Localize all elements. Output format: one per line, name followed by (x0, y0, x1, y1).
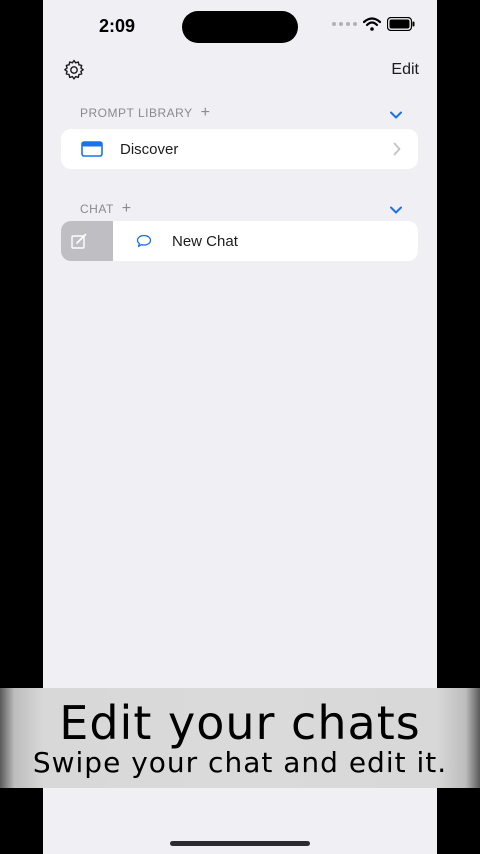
battery-icon (387, 17, 415, 31)
status-time: 2:09 (99, 16, 136, 36)
section-header-chat: CHAT + (80, 201, 132, 217)
compose-icon (71, 233, 87, 249)
list-item-label: New Chat (172, 233, 238, 250)
status-indicators (332, 17, 415, 31)
home-indicator (170, 841, 310, 846)
edit-action-button[interactable] (61, 221, 113, 261)
signal-icon (332, 22, 357, 26)
plus-icon[interactable]: + (201, 105, 211, 121)
chevron-down-icon[interactable] (389, 110, 403, 120)
chat-bubble-icon (136, 234, 152, 248)
list-item-label: Discover (120, 141, 179, 158)
window-icon (81, 141, 103, 157)
banner-subtitle: Swipe your chat and edit it. (32, 746, 448, 779)
edit-button[interactable]: Edit (391, 61, 419, 79)
wifi-icon (363, 17, 381, 31)
section-title: CHAT (80, 202, 114, 216)
caption-banner: Edit your chats Swipe your chat and edit… (0, 688, 480, 788)
chevron-down-icon[interactable] (389, 205, 403, 215)
chevron-right-icon (393, 142, 401, 156)
section-header-prompt-library: PROMPT LIBRARY + (80, 105, 211, 121)
list-item-new-chat[interactable]: New Chat (61, 221, 418, 261)
list-item-discover[interactable]: Discover (61, 129, 418, 169)
plus-icon[interactable]: + (122, 201, 132, 217)
banner-title: Edit your chats (59, 696, 421, 750)
gear-icon[interactable] (62, 58, 86, 82)
section-title: PROMPT LIBRARY (80, 106, 193, 120)
dynamic-island (182, 11, 298, 43)
